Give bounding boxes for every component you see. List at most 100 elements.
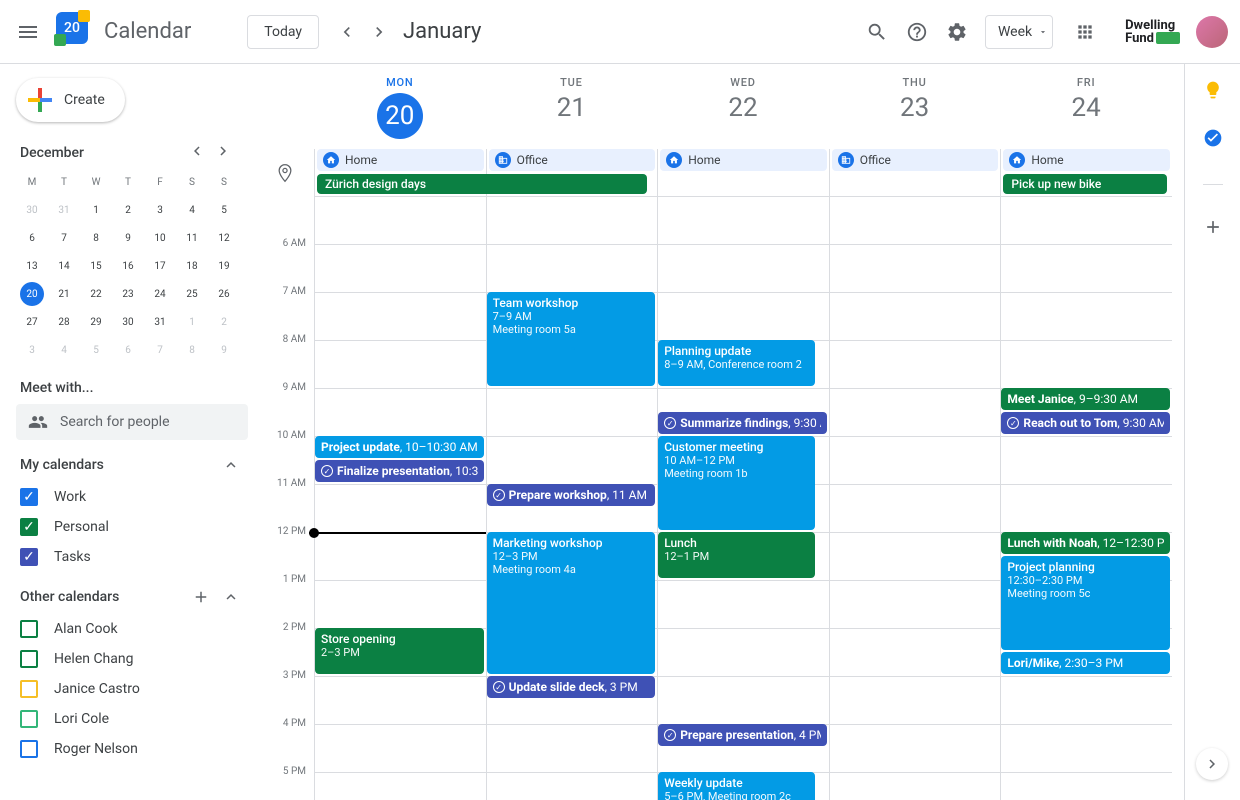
mini-day-cell[interactable]: 8 [176,336,208,364]
calendar-event[interactable]: Lunch12–1 PM [658,532,815,578]
calendar-event[interactable]: Planning update8–9 AM, Conference room 2 [658,340,815,386]
location-chip[interactable]: Home [317,149,484,171]
search-button[interactable] [857,12,897,52]
mini-day-cell[interactable]: 20 [16,280,48,308]
calendar-checkbox[interactable] [20,710,38,728]
mini-day-cell[interactable]: 30 [112,308,144,336]
expand-panel-button[interactable] [1196,748,1228,780]
add-addon-button[interactable] [1203,217,1223,241]
view-selector[interactable]: Week [985,15,1053,49]
mini-day-cell[interactable]: 10 [144,224,176,252]
mini-day-cell[interactable]: 7 [48,224,80,252]
mini-day-cell[interactable]: 1 [176,308,208,336]
mini-day-cell[interactable]: 5 [80,336,112,364]
mini-day-cell[interactable]: 22 [80,280,112,308]
mini-day-cell[interactable]: 31 [144,308,176,336]
calendar-event[interactable]: Team workshop7–9 AMMeeting room 5a [487,292,656,386]
mini-day-cell[interactable]: 17 [144,252,176,280]
help-button[interactable] [897,12,937,52]
allday-event[interactable]: Pick up new bike [1003,174,1166,194]
calendar-item[interactable]: ✓Tasks [16,542,248,572]
mini-day-cell[interactable]: 26 [208,280,240,308]
allday-event[interactable]: Zürich design days [317,174,647,194]
prev-week-button[interactable] [331,16,363,48]
mini-day-cell[interactable]: 2 [208,308,240,336]
location-chip[interactable]: Office [832,149,999,171]
day-column[interactable]: Meet Janice, 9–9:30 AM✓Reach out to Tom,… [1000,196,1172,800]
mini-day-cell[interactable]: 28 [48,308,80,336]
mini-day-cell[interactable]: 21 [48,280,80,308]
calendar-checkbox[interactable]: ✓ [20,518,38,536]
day-column[interactable]: Planning update8–9 AM, Conference room 2… [657,196,829,800]
calendar-checkbox[interactable]: ✓ [20,488,38,506]
calendar-checkbox[interactable] [20,680,38,698]
task-event[interactable]: ✓Prepare presentation, 4 PM [658,724,827,746]
add-calendar-icon[interactable] [192,588,210,606]
mini-day-cell[interactable]: 3 [144,196,176,224]
my-calendars-title[interactable]: My calendars [20,456,248,474]
mini-day-cell[interactable]: 29 [80,308,112,336]
mini-day-cell[interactable]: 12 [208,224,240,252]
mini-day-cell[interactable]: 11 [176,224,208,252]
calendar-event[interactable]: Lunch with Noah, 12–12:30 PM [1001,532,1170,554]
today-button[interactable]: Today [247,15,319,49]
mini-prev-button[interactable] [188,142,206,164]
calendar-item[interactable]: Lori Cole [16,704,248,734]
settings-button[interactable] [937,12,977,52]
mini-day-cell[interactable]: 1 [80,196,112,224]
mini-day-cell[interactable]: 16 [112,252,144,280]
task-event[interactable]: ✓Update slide deck, 3 PM [487,676,656,698]
next-week-button[interactable] [363,16,395,48]
mini-day-cell[interactable]: 4 [176,196,208,224]
mini-day-cell[interactable]: 4 [48,336,80,364]
search-people-input[interactable]: Search for people [16,404,248,440]
mini-day-cell[interactable]: 3 [16,336,48,364]
calendar-event[interactable]: Project update, 10–10:30 AM [315,436,484,458]
mini-day-cell[interactable]: 19 [208,252,240,280]
mini-day-cell[interactable]: 31 [48,196,80,224]
location-chip[interactable]: Home [660,149,827,171]
day-column[interactable]: Team workshop7–9 AMMeeting room 5a✓Prepa… [486,196,658,800]
account-avatar[interactable] [1196,16,1228,48]
menu-button[interactable] [8,12,48,52]
mini-day-cell[interactable]: 5 [208,196,240,224]
calendar-item[interactable]: Roger Nelson [16,734,248,764]
calendar-item[interactable]: ✓Personal [16,512,248,542]
calendar-event[interactable]: Project planning12:30–2:30 PMMeeting roo… [1001,556,1170,650]
tasks-icon[interactable] [1203,128,1223,152]
day-header[interactable]: MON20 [314,64,486,139]
mini-day-cell[interactable]: 25 [176,280,208,308]
day-header[interactable]: WED22 [657,64,829,139]
day-column[interactable]: Project update, 10–10:30 AM✓Finalize pre… [314,196,486,800]
task-event[interactable]: ✓Reach out to Tom, 9:30 AM [1001,412,1170,434]
calendar-item[interactable]: Alan Cook [16,614,248,644]
mini-day-cell[interactable]: 7 [144,336,176,364]
day-column[interactable] [829,196,1001,800]
task-event[interactable]: ✓Finalize presentation, 10:30 AM [315,460,484,482]
day-header[interactable]: TUE21 [486,64,658,139]
day-header[interactable]: THU23 [829,64,1001,139]
day-header[interactable]: FRI24 [1000,64,1172,139]
mini-day-cell[interactable]: 23 [112,280,144,308]
other-calendars-title[interactable]: Other calendars [20,588,248,606]
calendar-item[interactable]: Janice Castro [16,674,248,704]
mini-day-cell[interactable]: 6 [16,224,48,252]
apps-button[interactable] [1065,12,1105,52]
calendar-event[interactable]: Customer meeting10 AM–12 PMMeeting room … [658,436,815,530]
app-logo[interactable]: 20 Calendar [56,12,191,52]
calendar-checkbox[interactable]: ✓ [20,548,38,566]
mini-next-button[interactable] [214,142,232,164]
mini-day-cell[interactable]: 2 [112,196,144,224]
mini-day-cell[interactable]: 15 [80,252,112,280]
mini-day-cell[interactable]: 6 [112,336,144,364]
calendar-event[interactable]: Marketing workshop12–3 PMMeeting room 4a [487,532,656,674]
task-event[interactable]: ✓Summarize findings, 9:30 AM [658,412,827,434]
mini-day-cell[interactable]: 13 [16,252,48,280]
calendar-event[interactable]: Meet Janice, 9–9:30 AM [1001,388,1170,410]
calendar-item[interactable]: ✓Work [16,482,248,512]
calendar-checkbox[interactable] [20,650,38,668]
calendar-checkbox[interactable] [20,740,38,758]
mini-day-cell[interactable]: 14 [48,252,80,280]
mini-day-cell[interactable]: 24 [144,280,176,308]
location-chip[interactable]: Home [1003,149,1170,171]
